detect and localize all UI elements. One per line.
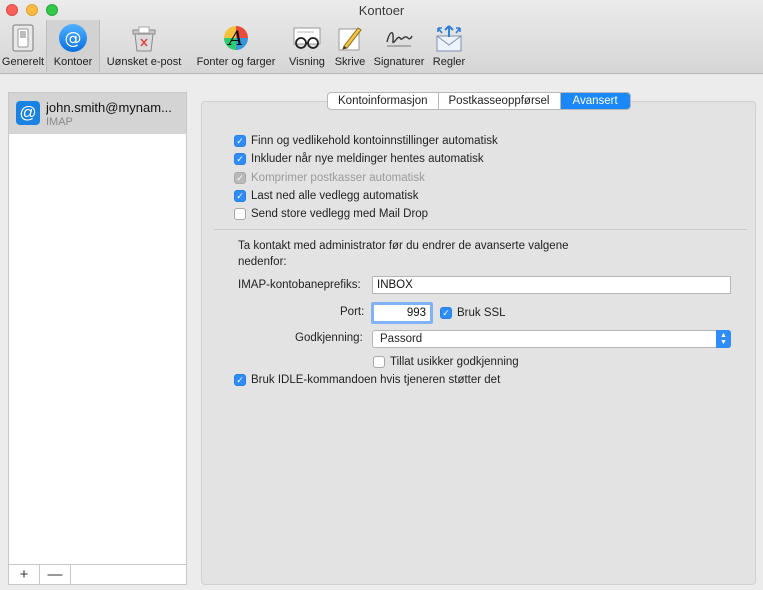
glasses-letter-icon <box>291 22 323 54</box>
accounts-list-controls: + — <box>9 564 186 584</box>
toolbar-signaturer-label: Signaturer <box>373 56 425 68</box>
window-title: Kontoer <box>358 3 405 18</box>
toolbar-junk-label: Uønsket e-post <box>106 56 182 68</box>
at-sign-icon: @ <box>16 101 40 125</box>
checkbox-disabled-icon: ✓ <box>234 172 246 184</box>
option-label: Finn og vedlikehold kontoinnstillinger a… <box>251 135 498 147</box>
toolbar-skrive-label: Skrive <box>334 56 366 68</box>
option-label: Inkluder når nye meldinger hentes automa… <box>251 153 484 165</box>
tab-kontoinformasjon[interactable]: Kontoinformasjon <box>328 93 439 109</box>
admin-notice: Ta kontakt med administrator før du endr… <box>238 240 569 268</box>
option-komprimer-postkasser: ✓ Komprimer postkasser automatisk <box>234 170 425 186</box>
toolbar-regler[interactable]: Regler <box>428 20 470 72</box>
idle-label: Bruk IDLE-kommandoen hvis tjeneren støtt… <box>251 374 501 386</box>
checkbox-checked-icon[interactable]: ✓ <box>234 135 246 147</box>
tab-avansert[interactable]: Avansert <box>560 93 630 109</box>
port-input[interactable]: 993 <box>371 302 433 324</box>
toolbar-fonts[interactable]: A Fonter og farger <box>188 20 284 72</box>
checkbox-checked-icon[interactable]: ✓ <box>440 307 452 319</box>
toolbar-visning[interactable]: Visning <box>284 20 330 72</box>
toolbar-signaturer[interactable]: Signaturer <box>370 20 428 72</box>
checkbox-checked-icon[interactable]: ✓ <box>234 153 246 165</box>
add-account-button[interactable]: + <box>9 565 40 584</box>
option-finn-kontoinnstillinger[interactable]: ✓ Finn og vedlikehold kontoinnstillinger… <box>234 133 498 149</box>
port-label: Port: <box>340 306 365 318</box>
checkbox-unchecked-icon[interactable] <box>373 356 385 368</box>
remove-account-button[interactable]: — <box>40 565 71 584</box>
tab-postkasseoppforsel[interactable]: Postkasseoppførsel <box>439 93 561 109</box>
option-mail-drop[interactable]: Send store vedlegg med Mail Drop <box>234 206 428 222</box>
toolbar-fonts-label: Fonter og farger <box>196 56 276 68</box>
at-sign-icon: @ <box>57 22 89 54</box>
svg-text:A: A <box>227 26 243 50</box>
general-switch-icon <box>7 22 39 54</box>
svg-text:@: @ <box>65 29 82 49</box>
toolbar-regler-label: Regler <box>432 56 466 68</box>
toolbar-generelt-label: Generelt <box>1 56 45 68</box>
use-ssl-option[interactable]: ✓ Bruk SSL <box>440 305 506 321</box>
idle-option[interactable]: ✓ Bruk IDLE-kommandoen hvis tjeneren stø… <box>234 372 500 388</box>
imap-prefix-label: IMAP-kontobaneprefiks: <box>238 279 361 291</box>
option-label: Send store vedlegg med Mail Drop <box>251 208 429 220</box>
title-bar: Kontoer Generelt @ Kontoer Uønsket e-pos… <box>0 0 763 74</box>
auth-select-value: Passord <box>380 333 423 345</box>
checkbox-unchecked-icon[interactable] <box>234 208 246 220</box>
accounts-list: @ john.smith@mynam... IMAP + — <box>8 92 187 585</box>
use-ssl-label: Bruk SSL <box>457 307 506 319</box>
auth-select[interactable]: Passord ▲ ▼ <box>372 330 731 348</box>
fonts-colors-icon: A <box>220 22 252 54</box>
auth-label: Godkjenning: <box>295 332 363 344</box>
rules-envelope-icon <box>433 22 465 54</box>
insecure-auth-option[interactable]: Tillat usikker godkjenning <box>373 354 519 370</box>
account-name: john.smith@mynam... <box>46 100 172 115</box>
toolbar-generelt[interactable]: Generelt <box>0 20 46 72</box>
checkbox-checked-icon[interactable]: ✓ <box>234 374 246 386</box>
toolbar-visning-label: Visning <box>289 56 325 68</box>
toolbar-kontoer[interactable]: @ Kontoer <box>46 20 100 72</box>
insecure-auth-label: Tillat usikker godkjenning <box>390 356 519 368</box>
pencil-paper-icon <box>334 22 366 54</box>
option-inkluder-meldinger[interactable]: ✓ Inkluder når nye meldinger hentes auto… <box>234 151 484 167</box>
toolbar-skrive[interactable]: Skrive <box>330 20 370 72</box>
option-last-ned-vedlegg[interactable]: ✓ Last ned alle vedlegg automatisk <box>234 188 419 204</box>
preferences-window: Kontoer Generelt @ Kontoer Uønsket e-pos… <box>0 0 763 590</box>
checkbox-checked-icon[interactable]: ✓ <box>234 190 246 202</box>
account-item[interactable]: @ john.smith@mynam... IMAP <box>9 93 186 134</box>
signature-icon <box>383 22 415 54</box>
toolbar-junk[interactable]: Uønsket e-post <box>100 20 188 72</box>
option-label: Komprimer postkasser automatisk <box>251 172 425 184</box>
section-divider <box>214 229 747 230</box>
imap-prefix-input[interactable]: INBOX <box>372 276 731 294</box>
toolbar-kontoer-label: Kontoer <box>53 56 93 68</box>
junk-mail-bin-icon <box>128 22 160 54</box>
account-type: IMAP <box>46 116 73 128</box>
preferences-toolbar: Generelt @ Kontoer Uønsket e-post A Font… <box>0 20 470 74</box>
option-label: Last ned alle vedlegg automatisk <box>251 190 419 202</box>
updown-chevron-icon: ▲ ▼ <box>716 330 731 348</box>
settings-tabs: Kontoinformasjon Postkasseoppførsel Avan… <box>327 92 631 110</box>
